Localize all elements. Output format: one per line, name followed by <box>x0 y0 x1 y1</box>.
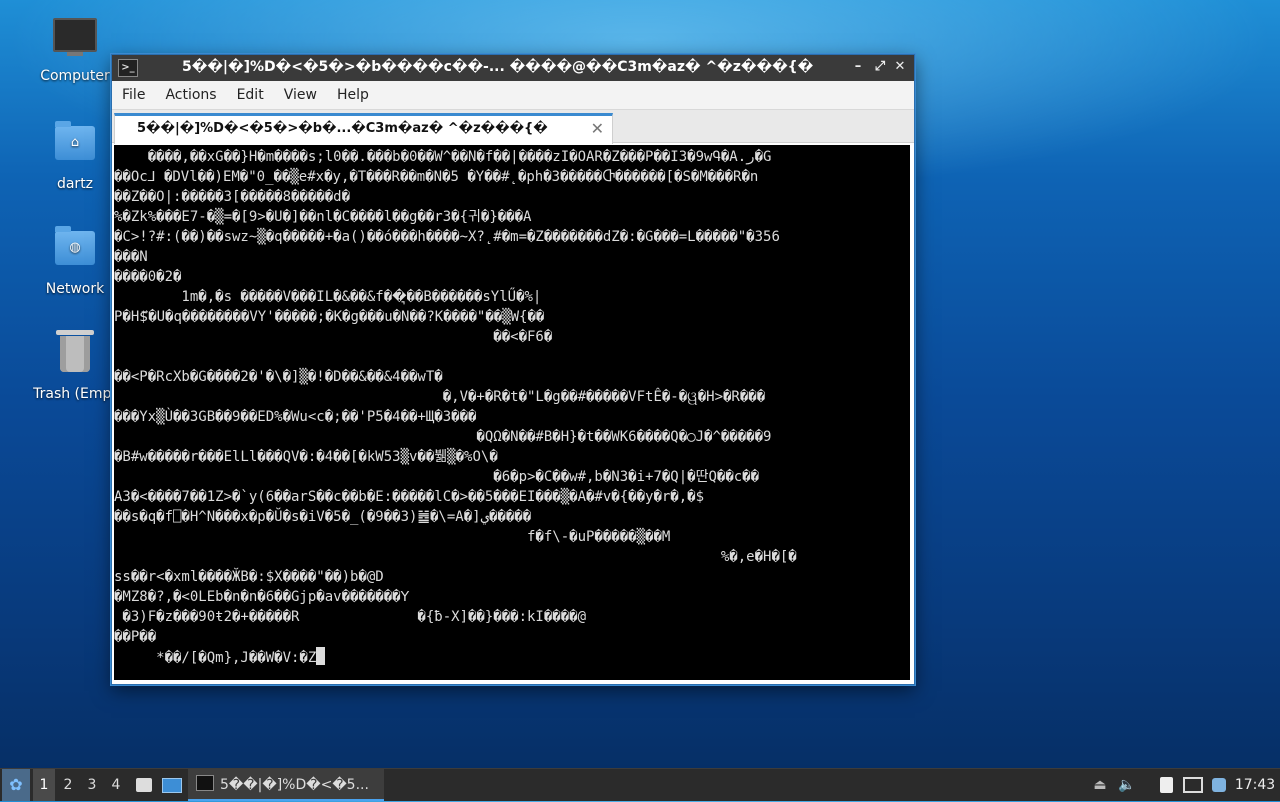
file-manager-icon <box>136 778 152 792</box>
clock[interactable]: 17:43 <box>1234 769 1276 801</box>
terminal-line: ���N <box>114 249 148 265</box>
terminal-line: �QΩ�N��#B�H}�t��WK6����Q�◯J�^�����9 <box>114 429 772 445</box>
window-titlebar[interactable]: >_ 5��|�]%D�<�5�>�b����c��-... ����@��C3… <box>112 55 914 81</box>
desktop-icon-label: Computer <box>40 68 110 84</box>
terminal-line: ��Z��O|:�����3[�����8�����d� <box>114 189 351 205</box>
file-manager-launcher[interactable] <box>133 769 155 801</box>
terminal-line: ���Yx▒Ù��3GB��9��ED%�Wu<c�;��'P5�4��+Щ�3… <box>114 409 477 425</box>
desktop-icon-computer[interactable]: Computer <box>27 14 123 84</box>
menu-edit[interactable]: Edit <box>227 81 274 109</box>
terminal-line: 1m�,�s �����V���IL�&��&f��͉��B������sYlŰ… <box>114 289 542 305</box>
terminal-line: P�H$⃗�U�q��������VY'�����;�K�g���u�N��?K… <box>114 309 545 325</box>
network-status-button[interactable] <box>1182 769 1204 801</box>
terminal-task-icon <box>196 775 214 791</box>
app-menu-icon: ✿ <box>9 775 23 794</box>
terminal-line: ��<�F6� <box>114 329 553 345</box>
clipboard-icon <box>1159 777 1173 793</box>
minimize-button[interactable]: – <box>849 58 867 76</box>
workspace-1[interactable]: 1 <box>33 769 55 801</box>
home-folder-icon: ⌂ <box>53 121 97 170</box>
workspace-3[interactable]: 3 <box>81 769 103 801</box>
tab-terminal[interactable]: 5��|�]%D�<�5�>�b�...�C3m�az� ^�z���{� ✕ <box>114 113 613 144</box>
taskbar-task-terminal[interactable]: 5��|�]%D�<�5... <box>188 769 384 801</box>
desktop-icon-network[interactable]: ◍ Network <box>27 225 123 297</box>
desktop-icon-home[interactable]: ⌂ dartz <box>27 120 123 192</box>
start-menu-button[interactable]: ✿ <box>2 769 30 801</box>
volume-icon: 🔈 <box>1118 777 1136 793</box>
terminal-line: %�Zk%���E7-�▒=�[9>�U�]��nl�C����l��g��r3… <box>114 209 532 225</box>
eject-button[interactable]: ⏏ <box>1090 769 1110 801</box>
menu-view[interactable]: View <box>274 81 327 109</box>
eject-icon: ⏏ <box>1093 777 1107 793</box>
tab-label: 5��|�]%D�<�5�>�b�...�C3m�az� ^�z���{� <box>137 121 548 136</box>
terminal-line: �6�p>�C��w#,b�N3�i+7�Q|�딴Q��c�� <box>114 469 760 485</box>
terminal-line: ss��r<�xml����ӁB�:$X����"��)b�@D <box>114 569 384 585</box>
terminal-window: >_ 5��|�]%D�<�5�>�b����c��-... ����@��C3… <box>111 54 915 685</box>
menu-file[interactable]: File <box>112 81 155 109</box>
desktop-icon-trash[interactable]: Trash (Empt <box>27 330 123 402</box>
terminal-output[interactable]: ����,��xG��}H�m����s;l0��.���b�0��W^��N�… <box>114 145 910 680</box>
taskbar: ✿ 1 2 3 4 5��|�]%D�<�5... ⏏ 🔈 17:43 <box>0 768 1280 801</box>
desktop-icon-label: Trash (Empt <box>33 386 117 402</box>
terminal-line: ��<P�RcXb�G����2�'�\�]▒�!�D��&��&4��wT� <box>114 369 443 385</box>
desktop-icon-label: dartz <box>56 176 94 192</box>
maximize-button[interactable]: ⤢ <box>871 58 889 76</box>
terminal-line: �B#w�����r���ElLl���QV�:�4��[�kW53▒v��뷂▒… <box>114 449 498 465</box>
clipboard-button[interactable] <box>1156 769 1176 801</box>
terminal-line: %�,e�H�[� <box>114 549 797 565</box>
update-notifier-icon <box>1212 778 1226 792</box>
workspace-2[interactable]: 2 <box>57 769 79 801</box>
task-label: 5��|�]%D�<�5... <box>220 777 369 793</box>
trash-icon <box>53 330 97 380</box>
workspace-4[interactable]: 4 <box>105 769 127 801</box>
menu-help[interactable]: Help <box>327 81 379 109</box>
terminal-line: A3�<����7��1Z>�`y(6��arS��c��b�E:�����lC… <box>114 489 705 505</box>
terminal-line: ��P�� <box>114 629 157 645</box>
terminal-line: ����0�2� <box>114 269 182 285</box>
terminal-line: �,V�+�R�t�"L�g��#�����VFtÊ�-�ୱ�H>�R��� <box>114 389 766 405</box>
tab-close-icon[interactable]: ✕ <box>591 119 604 138</box>
terminal-line: ��s�q�f⎕�H^N���x�p�Ŭ�s�iV�5�_(�9��3)䷹�\=… <box>114 509 532 525</box>
network-folder-icon: ◍ <box>53 226 97 275</box>
window-title: 5��|�]%D�<�5�>�b����c��-... ����@��C3m�a… <box>182 59 814 75</box>
network-status-icon <box>1183 777 1203 793</box>
menubar: File Actions Edit View Help <box>112 81 914 110</box>
show-desktop-icon <box>162 777 182 793</box>
computer-icon <box>53 18 97 62</box>
terminal-line: ����,��xG��}H�m����s;l0��.���b�0��W^��N�… <box>114 149 772 165</box>
desktop-icon-label: Network <box>45 281 105 297</box>
show-desktop-button[interactable] <box>161 769 183 801</box>
update-notifier-button[interactable] <box>1209 769 1229 801</box>
terminal-line: �C>!?#:(��)��swz~▒�q�����+�a()��ó���h���… <box>114 229 780 245</box>
tab-strip: 5��|�]%D�<�5�>�b�...�C3m�az� ^�z���{� ✕ <box>112 110 914 144</box>
terminal-line: ��Oc⅃ �DVl��)EM�"0_��▒e#x�y,�T���R��m�N�… <box>114 169 759 185</box>
close-button[interactable]: ✕ <box>891 58 909 76</box>
volume-button[interactable]: 🔈 <box>1117 769 1137 801</box>
terminal-line: *��/[�Qm},J��W�V:�Z <box>114 647 326 668</box>
terminal-line: f�f\-�uP�����▒��M <box>114 529 671 545</box>
terminal-line: �3)F�z���90ŧ2�+�����R �{ƀ-X]��}���:kI���… <box>114 609 587 625</box>
terminal-cursor <box>316 647 326 665</box>
menu-actions[interactable]: Actions <box>155 81 226 109</box>
terminal-line: �MZ8�?,�<0LEb�n�n�6��Gjp�av�������ꓬ <box>114 589 410 605</box>
terminal-app-icon[interactable]: >_ <box>118 59 138 77</box>
